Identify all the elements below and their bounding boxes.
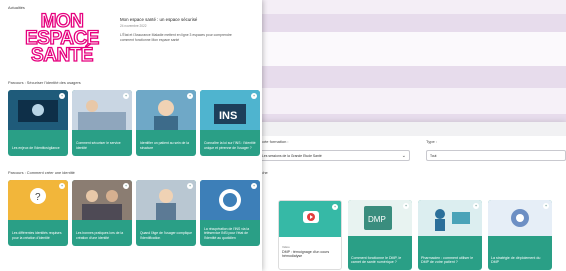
card-title: Les différentes identités requises pour … [12, 231, 62, 240]
card-title: Comment sécuriser le service identité [76, 141, 121, 150]
news-title[interactable]: Mon espace santé : un espace sécurisé [120, 17, 197, 22]
add-icon[interactable]: + [251, 93, 257, 99]
card-title: Connaître la loi sur l'INS : l'identité … [204, 141, 256, 150]
logo-line: SANTÉ [30, 45, 94, 66]
add-icon[interactable]: + [123, 93, 129, 99]
resource-card[interactable]: + La stratégie de déploiement du DMP [488, 200, 552, 270]
news-page-panel: Actualités MON ESPACE SANTÉ Mon espace s… [0, 0, 262, 271]
resource-card[interactable]: + Vidéo DMP : témoignage d'un cours hémo… [278, 200, 342, 270]
course-card[interactable]: INS + Connaître la loi sur l'INS : l'ide… [200, 90, 260, 156]
parcours-label: Parcours : Sécuriser l'identité des usag… [8, 80, 81, 85]
add-icon[interactable]: + [251, 183, 257, 189]
course-card[interactable]: + La récupération de l'INS via la télése… [200, 180, 260, 246]
resource-card[interactable]: DMP + Comment fonctionne le DMP, le carn… [348, 200, 412, 270]
course-card[interactable]: ? + Les différentes identités requises p… [8, 180, 68, 246]
type-select-value: Tout [430, 154, 437, 158]
card-title: La stratégie de déploiement du DMP [491, 255, 541, 265]
type-filter-label: Type : [426, 139, 437, 144]
add-icon[interactable]: + [403, 203, 409, 209]
news-date: 24 novembre 2022 [120, 24, 147, 28]
card-title: Identifier un patient au sein de la stru… [140, 141, 190, 150]
formation-select[interactable]: Les sessions de la Grande Etude Santé ⌄ [258, 150, 410, 161]
svg-text:?: ? [35, 192, 41, 203]
add-icon[interactable]: + [332, 204, 338, 210]
parcours-label: Parcours : Comment créer une identité [8, 170, 75, 175]
formation-select-value: Les sessions de la Grande Etude Santé [262, 154, 322, 158]
card-title: DMP : témoignage d'un cours hémodialyse [282, 249, 330, 259]
news-section-label: Actualités [8, 5, 25, 10]
card-title: Comment fonctionne le DMP, le carnet de … [351, 255, 402, 265]
card-title: La récupération de l'INS via la téléserv… [204, 227, 250, 240]
add-icon[interactable]: + [59, 93, 65, 99]
resources-filter-panel: Lycée formation : Les sessions de la Gra… [240, 122, 566, 271]
card-tag: Vidéo [282, 245, 290, 249]
chevron-down-icon: ⌄ [401, 153, 406, 159]
add-icon[interactable]: + [59, 183, 65, 189]
resource-card[interactable]: + Pharmacien : comment utiliser le DMP d… [418, 200, 482, 270]
card-title: Pharmacien : comment utiliser le DMP de … [421, 255, 474, 265]
add-icon[interactable]: + [543, 203, 549, 209]
card-title: Quand l'âge de l'usager complique l'iden… [140, 231, 193, 240]
course-card[interactable]: + Les enjeux de l'identitovigilance [8, 90, 68, 156]
card-title: Les enjeux de l'identitovigilance [12, 145, 60, 150]
add-icon[interactable]: + [123, 183, 129, 189]
course-card[interactable]: + Les bonnes pratiques lors de la créati… [72, 180, 132, 246]
add-icon[interactable]: + [187, 93, 193, 99]
add-icon[interactable]: + [187, 183, 193, 189]
svg-text:DMP: DMP [368, 215, 386, 224]
course-card[interactable]: + Identifier un patient au sein de la st… [136, 90, 196, 156]
type-select[interactable]: Tout [426, 150, 566, 161]
course-card[interactable]: + Quand l'âge de l'usager complique l'id… [136, 180, 196, 246]
formation-filter-label: Lycée formation : [258, 139, 289, 144]
add-icon[interactable]: + [473, 203, 479, 209]
panel-topbar [240, 122, 566, 136]
background-band [262, 32, 566, 66]
course-card[interactable]: + Comment sécuriser le service identité [72, 90, 132, 156]
background-band [262, 88, 566, 114]
svg-text:INS: INS [219, 110, 237, 122]
card-title: Les bonnes pratiques lors de la création… [76, 231, 124, 240]
mon-espace-sante-logo: MON ESPACE SANTÉ [16, 11, 108, 66]
news-summary: L'État et l'Assurance Maladie mettent en… [120, 33, 232, 42]
